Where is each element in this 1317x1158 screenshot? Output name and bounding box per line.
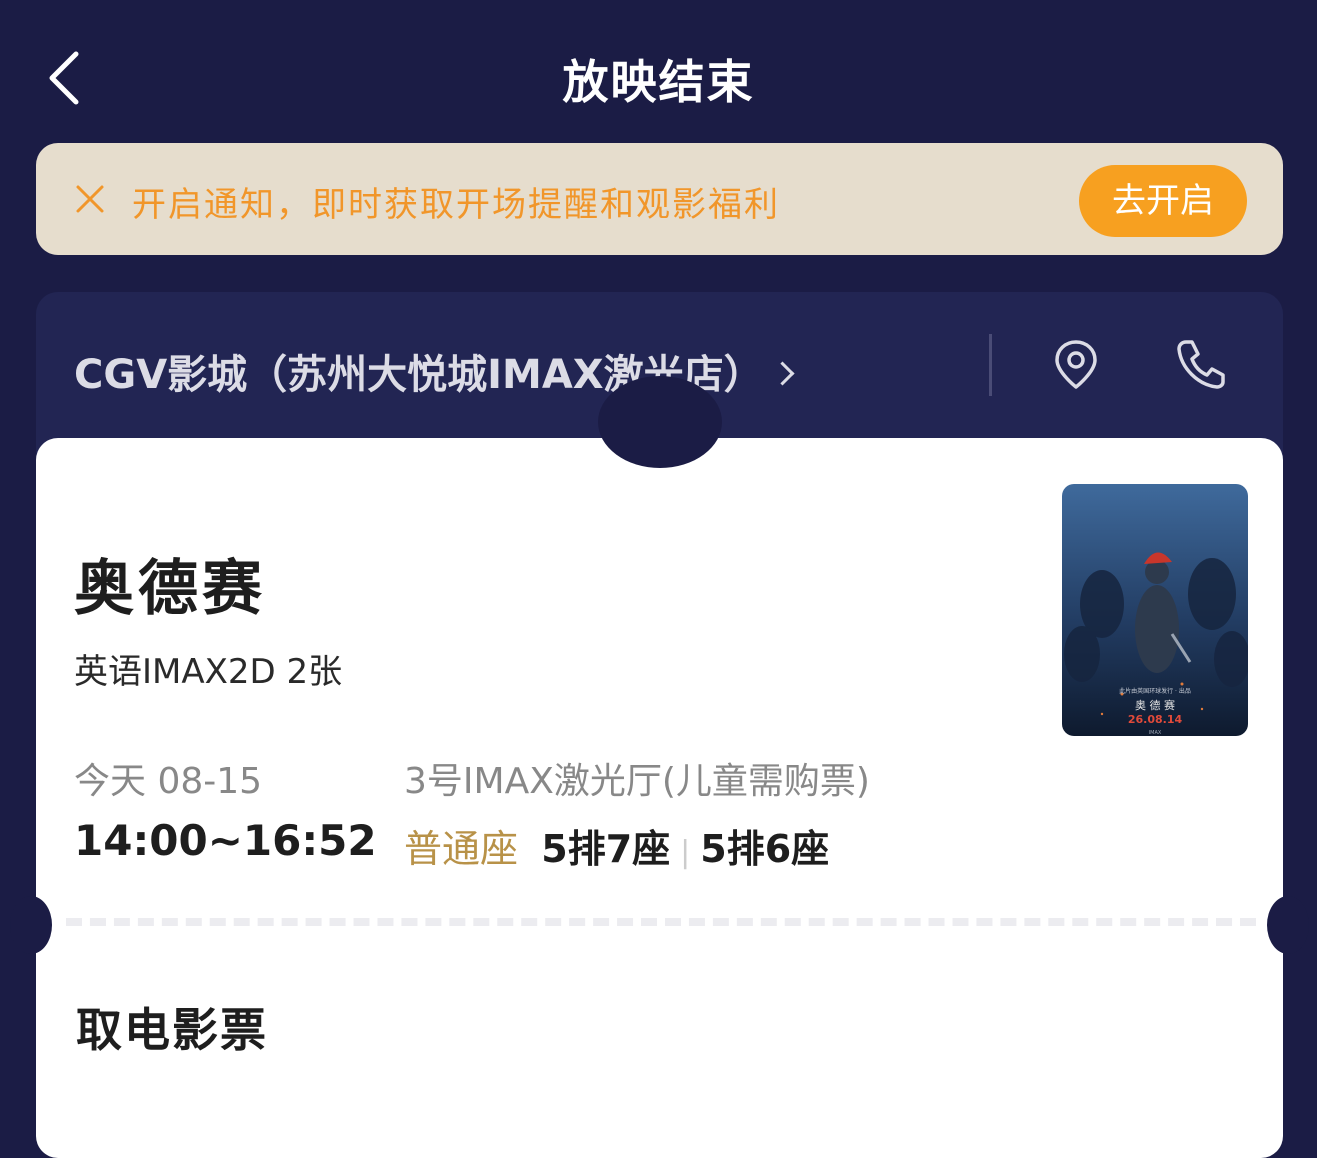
ticket-notch-left <box>10 896 52 954</box>
show-time: 14:00~16:52 <box>74 816 377 865</box>
nav-bar: 放映结束 <box>0 0 1317 140</box>
page-title: 放映结束 <box>562 55 755 109</box>
poster-bottom-text: IMAX <box>1149 730 1162 736</box>
pickup-section-title: 取电影票 <box>76 1003 268 1057</box>
movie-title: 奥德赛 <box>74 554 266 624</box>
close-icon[interactable] <box>74 183 106 215</box>
ticket-notch-right <box>1267 896 1309 954</box>
ticket-divider <box>66 918 1256 926</box>
seat: 5排7座 <box>541 827 671 871</box>
ticket-card: 奥德赛 英语IMAX2D 2张 今天 08-15 14:00~16:52 3号I… <box>10 376 1309 1158</box>
poster-date: 26.08.14 <box>1128 713 1183 726</box>
ticket-notch <box>598 376 722 468</box>
chevron-right-icon <box>770 361 795 386</box>
seat-type: 普通座 <box>404 827 519 871</box>
notification-banner: 开启通知，即时获取开场提醒和观影福利 去开启 <box>36 143 1283 255</box>
notification-text: 开启通知，即时获取开场提醒和观影福利 <box>132 185 780 225</box>
poster-title: 奥 德 赛 <box>1135 698 1175 712</box>
enable-notification-button[interactable]: 去开启 <box>1079 165 1247 237</box>
show-date: 今天 08-15 <box>74 761 263 802</box>
poster-credits: 此片由英国环球发行 · 出品 <box>1119 687 1191 695</box>
seat: 5排6座 <box>700 827 830 871</box>
phone-icon[interactable] <box>1172 336 1228 392</box>
seat-info: 普通座 5排7座 | 5排6座 <box>404 818 829 873</box>
movie-poster[interactable]: 此片由英国环球发行 · 出品 奥 德 赛 26.08.14 IMAX <box>1062 484 1248 736</box>
divider <box>989 334 992 396</box>
hall-name: 3号IMAX激光厅(儿童需购票) <box>404 761 870 802</box>
map-pin-icon[interactable] <box>1048 336 1104 392</box>
seat-separator: | <box>680 835 691 870</box>
movie-format: 英语IMAX2D 2张 <box>74 652 343 692</box>
